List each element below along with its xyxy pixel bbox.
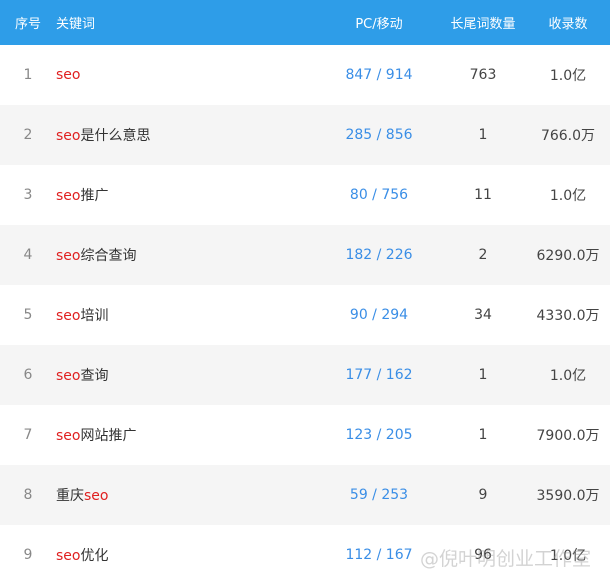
- pc-mobile-value: 112 / 167: [345, 547, 413, 563]
- keyword-suffix: 优化: [80, 548, 109, 564]
- header-indexed[interactable]: 收录数: [526, 0, 610, 45]
- keyword-highlight: seo: [56, 248, 81, 264]
- indexed-count: 3590.0万: [536, 488, 600, 504]
- keyword-link[interactable]: seo: [56, 67, 80, 83]
- keyword-cell: seo: [56, 45, 318, 105]
- table-row: 7 seo网站推广 123 / 205 1 7900.0万: [0, 405, 610, 465]
- keyword-highlight: seo: [56, 428, 81, 444]
- keyword-highlight: seo: [84, 488, 109, 504]
- pc-mobile-value: 80 / 756: [349, 187, 409, 203]
- keyword-suffix: 查询: [80, 368, 109, 384]
- indexed-count: 4330.0万: [536, 308, 600, 324]
- indexed-count: 1.0亿: [549, 548, 587, 564]
- row-index: 8: [23, 487, 33, 503]
- header-keyword[interactable]: 关键词: [56, 0, 318, 45]
- keyword-suffix: 培训: [80, 308, 109, 324]
- pc-mobile-value: 285 / 856: [345, 127, 413, 143]
- keyword-cell: seo培训: [56, 285, 318, 345]
- row-index: 6: [23, 367, 33, 383]
- indexed-count: 7900.0万: [536, 428, 600, 444]
- table-row: 1 seo 847 / 914 763 1.0亿: [0, 45, 610, 105]
- keyword-suffix: 网站推广: [80, 428, 137, 444]
- keyword-cell: seo是什么意思: [56, 105, 318, 165]
- keyword-cell: 重庆seo: [56, 465, 318, 525]
- pc-mobile-value: 123 / 205: [345, 427, 413, 443]
- row-index: 9: [23, 547, 33, 563]
- indexed-count: 6290.0万: [536, 248, 600, 264]
- header-index[interactable]: 序号: [0, 0, 56, 45]
- pc-mobile-value: 177 / 162: [345, 367, 413, 383]
- table-row: 2 seo是什么意思 285 / 856 1 766.0万: [0, 105, 610, 165]
- header-long-tail[interactable]: 长尾词数量: [440, 0, 526, 45]
- row-index: 3: [23, 187, 33, 203]
- long-tail-count: 1: [478, 127, 488, 143]
- long-tail-count: 2: [478, 247, 488, 263]
- long-tail-count: 34: [474, 307, 492, 323]
- row-index: 4: [23, 247, 33, 263]
- table-row: 3 seo推广 80 / 756 11 1.0亿: [0, 165, 610, 225]
- table-header-row: 序号 关键词 PC/移动 长尾词数量 收录数: [0, 0, 610, 45]
- row-index: 5: [23, 307, 33, 323]
- keyword-link[interactable]: seo网站推广: [56, 428, 136, 444]
- table-row: 4 seo综合查询 182 / 226 2 6290.0万: [0, 225, 610, 285]
- keyword-link[interactable]: seo综合查询: [56, 248, 136, 264]
- keyword-cell: seo综合查询: [56, 225, 318, 285]
- long-tail-count: 1: [478, 367, 488, 383]
- keyword-suffix: 是什么意思: [80, 128, 151, 144]
- table-row: 8 重庆seo 59 / 253 9 3590.0万: [0, 465, 610, 525]
- table-row: 9 seo优化 112 / 167 96 1.0亿: [0, 525, 610, 585]
- keyword-link[interactable]: seo是什么意思: [56, 128, 150, 144]
- row-index: 7: [23, 427, 33, 443]
- keyword-highlight: seo: [56, 128, 81, 144]
- pc-mobile-value: 90 / 294: [349, 307, 409, 323]
- keyword-highlight: seo: [56, 308, 81, 324]
- indexed-count: 766.0万: [540, 128, 596, 144]
- long-tail-count: 1: [478, 427, 488, 443]
- pc-mobile-value: 59 / 253: [349, 487, 409, 503]
- indexed-count: 1.0亿: [549, 368, 587, 384]
- keyword-suffix: 综合查询: [80, 248, 137, 264]
- table-row: 6 seo查询 177 / 162 1 1.0亿: [0, 345, 610, 405]
- table-header: 序号 关键词 PC/移动 长尾词数量 收录数: [0, 0, 610, 45]
- header-pc-mobile[interactable]: PC/移动: [318, 0, 440, 45]
- keyword-link[interactable]: seo优化: [56, 548, 108, 564]
- keyword-prefix: 重庆: [56, 488, 84, 504]
- pc-mobile-value: 182 / 226: [345, 247, 413, 263]
- keyword-link[interactable]: 重庆seo: [56, 488, 108, 504]
- long-tail-count: 96: [474, 547, 492, 563]
- keyword-cell: seo优化: [56, 525, 318, 585]
- keyword-highlight: seo: [56, 188, 81, 204]
- keyword-suffix: 推广: [80, 188, 109, 204]
- keyword-link[interactable]: seo培训: [56, 308, 108, 324]
- row-index: 1: [23, 67, 33, 83]
- keyword-cell: seo查询: [56, 345, 318, 405]
- keyword-link[interactable]: seo查询: [56, 368, 108, 384]
- indexed-count: 1.0亿: [549, 188, 587, 204]
- indexed-count: 1.0亿: [549, 68, 587, 84]
- keyword-cell: seo网站推广: [56, 405, 318, 465]
- keyword-link[interactable]: seo推广: [56, 188, 108, 204]
- keyword-highlight: seo: [56, 548, 81, 564]
- long-tail-count: 763: [469, 67, 497, 83]
- table-body: 1 seo 847 / 914 763 1.0亿 2 seo是什么意思 285 / 856 1 7…: [0, 45, 610, 585]
- long-tail-count: 11: [474, 187, 492, 203]
- keyword-highlight: seo: [56, 67, 81, 83]
- table-row: 5 seo培训 90 / 294 34 4330.0万: [0, 285, 610, 345]
- keyword-highlight: seo: [56, 368, 81, 384]
- keyword-table: 序号 关键词 PC/移动 长尾词数量 收录数 1 seo 847 / 914 763 1…: [0, 0, 610, 585]
- long-tail-count: 9: [478, 487, 488, 503]
- keyword-cell: seo推广: [56, 165, 318, 225]
- pc-mobile-value: 847 / 914: [345, 67, 413, 83]
- row-index: 2: [23, 127, 33, 143]
